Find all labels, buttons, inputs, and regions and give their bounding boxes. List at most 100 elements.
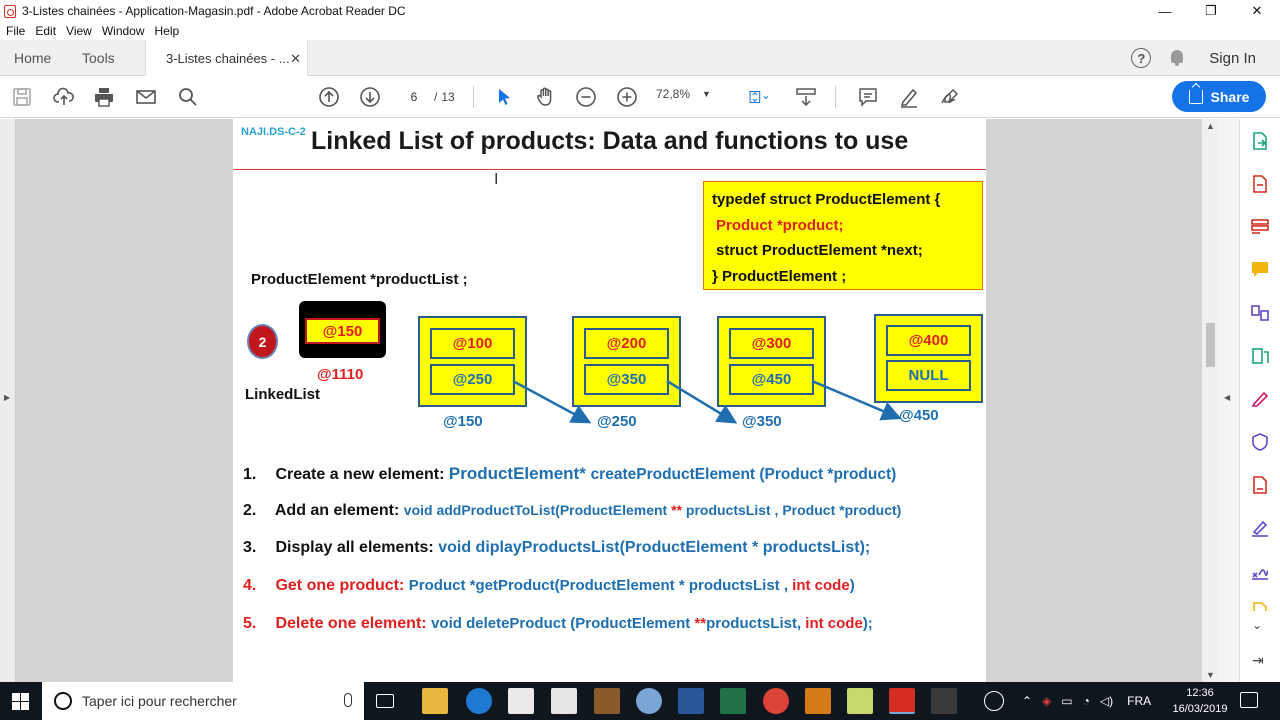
menu-edit[interactable]: Edit: [35, 24, 56, 38]
close-tab-icon[interactable]: ✕: [290, 51, 301, 67]
sign-in-link[interactable]: Sign In: [1209, 50, 1256, 67]
scroll-down-icon[interactable]: ▼: [1206, 670, 1215, 680]
head-pointer-box: @150: [299, 301, 386, 358]
notes-icon[interactable]: [847, 688, 873, 714]
share-label: Share: [1210, 88, 1250, 105]
cloud-upload-icon[interactable]: [52, 85, 76, 109]
sign-icon[interactable]: [938, 85, 962, 109]
tab-tools[interactable]: Tools: [82, 40, 115, 76]
node-data: @400: [886, 325, 971, 356]
chevron-down-icon[interactable]: ⌄: [1252, 618, 1262, 632]
excel-icon[interactable]: [720, 688, 746, 714]
clock[interactable]: 12:36 16/03/2019: [1170, 685, 1230, 717]
collapse-right-icon: ◀: [1224, 393, 1231, 402]
comment-icon[interactable]: [856, 85, 880, 109]
app-icon[interactable]: [594, 688, 620, 714]
vertical-scrollbar[interactable]: ▲ ▼: [1202, 119, 1219, 682]
protect-icon[interactable]: [1250, 432, 1270, 452]
save-icon[interactable]: [10, 85, 34, 109]
close-window-button[interactable]: ✕: [1234, 0, 1280, 22]
email-icon[interactable]: [134, 85, 158, 109]
clock-date: 16/03/2019: [1172, 703, 1228, 715]
app-icon[interactable]: [636, 688, 662, 714]
tab-home[interactable]: Home: [14, 40, 51, 76]
previous-page-icon[interactable]: [317, 85, 341, 109]
page-number-input[interactable]: [398, 87, 430, 107]
search-icon[interactable]: [176, 85, 200, 109]
print-icon[interactable]: [92, 85, 116, 109]
create-pdf-icon[interactable]: [1250, 174, 1270, 194]
slide-tag: NAJI.DS-C-2: [241, 126, 306, 138]
menu-file[interactable]: File: [6, 24, 25, 38]
scroll-mode-icon[interactable]: [794, 85, 818, 109]
edge-icon[interactable]: [466, 688, 492, 714]
node-next: NULL: [886, 360, 971, 391]
network-icon[interactable]: ◔: [1083, 694, 1090, 708]
item-signature: );: [862, 615, 873, 632]
pdf-page: NAJI.DS-C-2 Linked List of products: Dat…: [233, 119, 986, 682]
file-explorer-icon[interactable]: [422, 688, 448, 714]
menu-window[interactable]: Window: [102, 24, 145, 38]
bell-icon[interactable]: [1169, 49, 1185, 67]
taskbar-search[interactable]: Taper ici pour rechercher: [42, 682, 364, 720]
list-item: 3. Display all elements: void diplayProd…: [243, 539, 870, 557]
notifications-icon[interactable]: [1240, 692, 1258, 708]
app-icon[interactable]: [805, 688, 831, 714]
acrobat-tray-icon[interactable]: ◈: [1042, 694, 1051, 708]
right-panel-toggle[interactable]: ◀: [1219, 119, 1239, 682]
highlight-pen-icon[interactable]: [897, 85, 921, 109]
chrome-icon[interactable]: [763, 688, 789, 714]
certificates-icon[interactable]: [1250, 561, 1270, 581]
volume-icon[interactable]: ◁): [1100, 694, 1113, 708]
toolbar-divider: [835, 86, 836, 108]
menu-help[interactable]: Help: [155, 24, 180, 38]
pin-panel-icon[interactable]: ⇥: [1252, 652, 1264, 669]
send-for-signature-icon[interactable]: [1250, 518, 1270, 538]
export-pdf-icon[interactable]: [1250, 131, 1270, 151]
battery-icon[interactable]: ▭: [1061, 694, 1072, 708]
fit-page-icon[interactable]: [742, 85, 776, 109]
edit-pdf-icon[interactable]: [1250, 217, 1270, 237]
more-tools-icon[interactable]: [1250, 601, 1270, 611]
select-cursor-icon[interactable]: [492, 85, 516, 109]
task-view-icon[interactable]: [376, 694, 394, 708]
microphone-icon[interactable]: [344, 693, 352, 707]
scroll-up-icon[interactable]: ▲: [1206, 121, 1215, 131]
chevron-up-icon[interactable]: ⌃: [1022, 694, 1032, 708]
left-panel-toggle[interactable]: ▶: [0, 119, 16, 682]
fill-sign-icon[interactable]: [1250, 389, 1270, 409]
item-signature-red: **: [694, 615, 707, 632]
comment-tool-icon[interactable]: [1250, 260, 1270, 280]
list-item: 2. Add an element: void addProductToList…: [243, 502, 901, 520]
acrobat-taskbar-icon[interactable]: [889, 688, 915, 714]
combine-files-icon[interactable]: [1250, 303, 1270, 323]
share-icon: [1188, 89, 1203, 104]
minimize-button[interactable]: —: [1142, 0, 1188, 22]
list-item: 4. Get one product: Product *getProduct(…: [243, 577, 855, 595]
people-icon[interactable]: [984, 691, 1004, 711]
language-indicator[interactable]: FRA: [1127, 694, 1151, 708]
word-icon[interactable]: [678, 688, 704, 714]
cortana-icon: [54, 692, 72, 710]
organize-pages-icon[interactable]: [1250, 346, 1270, 366]
share-button[interactable]: Share: [1172, 81, 1266, 112]
tab-document[interactable]: 3-Listes chainées - ... ✕: [145, 40, 308, 77]
restore-button[interactable]: ❐: [1188, 0, 1234, 22]
node-data: @200: [584, 328, 669, 359]
zoom-select[interactable]: 72,8% ▼: [656, 87, 711, 101]
hand-tool-icon[interactable]: [533, 85, 557, 109]
mail-icon[interactable]: [551, 688, 577, 714]
store-icon[interactable]: [508, 688, 534, 714]
scrollbar-thumb[interactable]: [1206, 323, 1215, 367]
window-title: 3-Listes chainées - Application-Magasin.…: [22, 4, 406, 18]
menu-view[interactable]: View: [66, 24, 92, 38]
zoom-out-icon[interactable]: [574, 85, 598, 109]
slide-title: Linked List of products: Data and functi…: [311, 127, 909, 155]
next-page-icon[interactable]: [358, 85, 382, 109]
zoom-in-icon[interactable]: [615, 85, 639, 109]
windows-start-icon[interactable]: [12, 693, 29, 710]
send-pdf-icon[interactable]: [1250, 475, 1270, 495]
node-next: @350: [584, 364, 669, 395]
app-icon[interactable]: [931, 688, 957, 714]
help-icon[interactable]: ?: [1131, 48, 1152, 68]
